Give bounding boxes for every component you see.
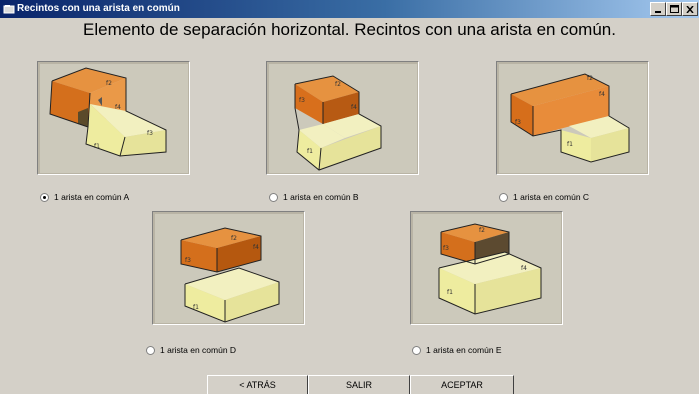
radio-label-b: 1 arista en común B — [283, 192, 359, 202]
svg-text:f4: f4 — [521, 265, 527, 272]
radio-button-e[interactable] — [412, 345, 421, 355]
dialog-window: Recintos con una arista en común Element… — [0, 0, 699, 394]
label-f1: f1 — [94, 143, 100, 150]
radio-label-a: 1 arista en común A — [54, 192, 130, 202]
diagram-b: f2 f4 f3 f1 — [269, 64, 417, 173]
label-f3: f3 — [147, 130, 153, 137]
radio-button-c[interactable] — [499, 192, 508, 202]
radio-button-a[interactable] — [40, 192, 49, 202]
svg-text:f1: f1 — [567, 141, 573, 148]
minimize-icon — [655, 10, 661, 13]
svg-text:f2: f2 — [479, 227, 485, 234]
exit-button[interactable]: SALIR — [308, 375, 410, 394]
maximize-icon — [669, 5, 679, 13]
svg-text:f3: f3 — [443, 245, 449, 252]
close-icon — [686, 5, 694, 13]
radio-option-c[interactable]: 1 arista en común C — [499, 192, 589, 202]
label-f2: f2 — [106, 80, 112, 87]
diagram-panel-e[interactable]: f2 f3 f4 f1 — [410, 211, 563, 325]
title-bar[interactable]: Recintos con una arista en común — [0, 0, 699, 18]
label-f4: f4 — [115, 104, 121, 111]
maximize-button[interactable] — [666, 2, 682, 16]
svg-text:f1: f1 — [307, 148, 313, 155]
svg-text:f4: f4 — [599, 91, 605, 98]
back-button[interactable]: < ATRÁS — [207, 375, 308, 394]
svg-text:f2: f2 — [231, 235, 237, 242]
svg-text:f1: f1 — [447, 289, 453, 296]
radio-option-b[interactable]: 1 arista en común B — [269, 192, 359, 202]
radio-label-e: 1 arista en común E — [426, 345, 502, 355]
svg-text:f1: f1 — [193, 304, 199, 311]
window-title: Recintos con una arista en común — [17, 3, 180, 14]
svg-text:f4: f4 — [253, 244, 259, 251]
svg-text:f4: f4 — [351, 104, 357, 111]
diagram-panel-b[interactable]: f2 f4 f3 f1 — [266, 61, 419, 175]
minimize-button[interactable] — [650, 2, 666, 16]
diagram-c: f2 f4 f3 f1 — [499, 64, 647, 173]
svg-text:f3: f3 — [299, 97, 305, 104]
svg-text:f2: f2 — [587, 75, 593, 82]
diagram-panel-a[interactable]: f2 f4 f1 f3 — [37, 61, 190, 175]
page-heading: Elemento de separación horizontal. Recin… — [83, 20, 616, 39]
accept-button[interactable]: ACEPTAR — [410, 375, 514, 394]
radio-option-e[interactable]: 1 arista en común E — [412, 345, 502, 355]
svg-text:f3: f3 — [185, 257, 191, 264]
radio-button-d[interactable] — [146, 345, 155, 355]
diagram-panel-d[interactable]: f2 f3 f4 f1 — [152, 211, 305, 325]
diagram-panel-c[interactable]: f2 f4 f3 f1 — [496, 61, 649, 175]
radio-option-a[interactable]: 1 arista en común A — [40, 192, 129, 202]
radio-button-b[interactable] — [269, 192, 278, 202]
diagram-d: f2 f3 f4 f1 — [155, 214, 303, 323]
radio-label-c: 1 arista en común C — [513, 192, 590, 202]
diagram-a: f2 f4 f1 f3 — [40, 64, 188, 173]
svg-text:f3: f3 — [515, 119, 521, 126]
diagram-e: f2 f3 f4 f1 — [413, 214, 561, 323]
svg-text:f2: f2 — [335, 81, 341, 88]
window-app-icon — [3, 5, 15, 14]
close-button[interactable] — [682, 2, 698, 16]
radio-label-d: 1 arista en común D — [160, 345, 237, 355]
radio-option-d[interactable]: 1 arista en común D — [146, 345, 236, 355]
